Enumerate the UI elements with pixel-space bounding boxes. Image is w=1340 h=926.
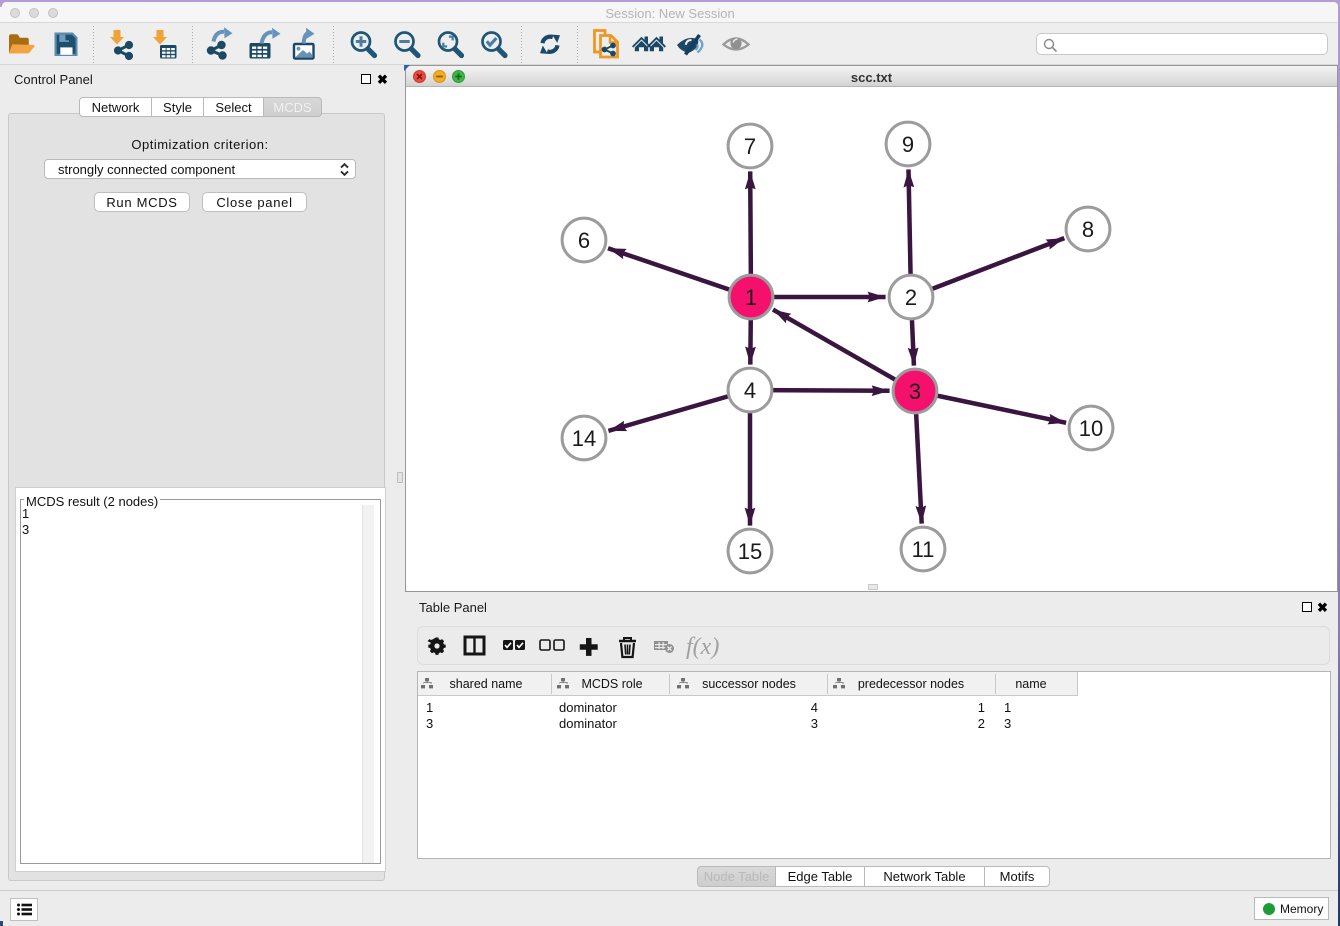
svg-text:2: 2 [905, 285, 917, 310]
svg-text:6: 6 [578, 228, 590, 253]
svg-text:7: 7 [744, 134, 756, 159]
svg-text:1: 1 [745, 285, 757, 310]
svg-text:3: 3 [909, 379, 921, 404]
svg-text:14: 14 [572, 426, 596, 451]
svg-text:9: 9 [902, 132, 914, 157]
svg-text:15: 15 [738, 539, 762, 564]
svg-text:11: 11 [912, 537, 935, 562]
svg-text:f(x): f(x) [686, 634, 719, 660]
svg-text:8: 8 [1082, 217, 1094, 242]
svg-text:4: 4 [744, 378, 756, 403]
svg-text:10: 10 [1079, 416, 1103, 441]
